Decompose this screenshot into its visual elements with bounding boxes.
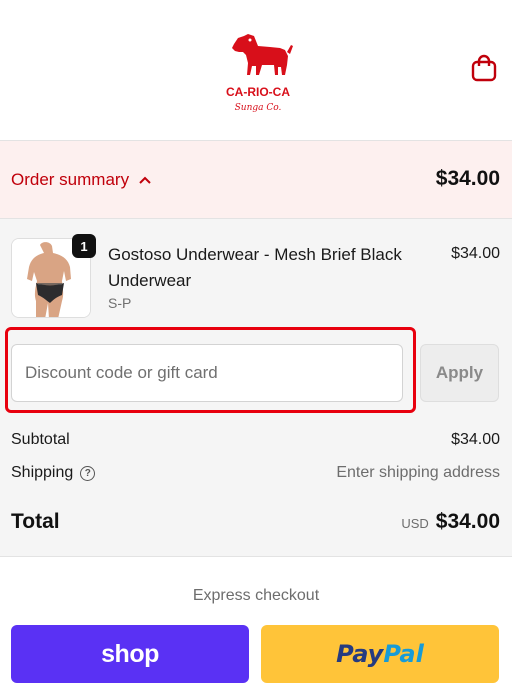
shipping-row-label: Shipping ? <box>11 464 96 482</box>
apply-discount-button[interactable]: Apply <box>420 344 499 402</box>
discount-code-input[interactable] <box>11 344 403 402</box>
help-icon[interactable]: ? <box>80 465 96 481</box>
subtotal-value: $34.00 <box>451 431 500 448</box>
express-checkout-label: Express checkout <box>192 587 320 604</box>
product-name: Gostoso Underwear - Mesh Brief Black Und… <box>108 245 402 290</box>
chevron-up-icon <box>139 171 151 189</box>
shop-pay-button[interactable]: shop <box>11 625 249 683</box>
order-summary-label: Order summary <box>11 170 130 189</box>
paypal-label-pal: Pal <box>383 640 424 668</box>
logo-tagline: Sunga Co. <box>235 103 282 113</box>
order-summary-total: $34.00 <box>435 167 500 190</box>
paypal-label-pay: Pay <box>336 640 384 668</box>
paypal-button[interactable]: Pay Pal <box>261 625 499 683</box>
shipping-label: Shipping <box>11 464 74 481</box>
total-label: Total <box>11 510 60 533</box>
logo-wordmark: CA-RIO-CA <box>226 85 290 99</box>
subtotal-label: Subtotal <box>11 431 70 448</box>
order-summary-toggle[interactable]: Order summary <box>11 170 151 190</box>
shop-pay-label: shop <box>101 639 159 668</box>
store-logo[interactable]: CA-RIO-CA Sunga Co. <box>218 22 298 116</box>
total-value: $34.00 <box>435 510 500 533</box>
quantity-badge: 1 <box>72 234 96 258</box>
product-price: $34.00 <box>451 245 500 262</box>
shipping-value: Enter shipping address <box>336 464 500 481</box>
shopping-bag-icon[interactable] <box>471 54 497 82</box>
currency-code: USD <box>401 516 429 531</box>
total-amount: USD $34.00 <box>401 510 500 534</box>
product-variant: S-P <box>108 295 132 311</box>
